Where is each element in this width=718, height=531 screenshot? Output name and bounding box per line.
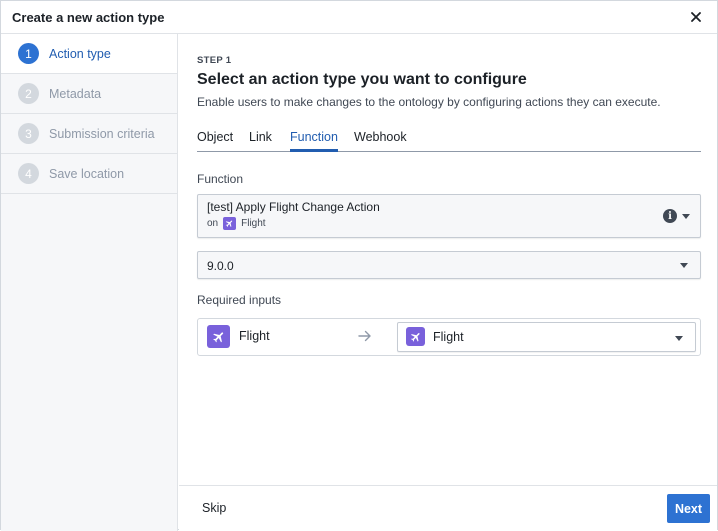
- page-title: Select an action type you want to config…: [197, 71, 527, 88]
- tab-webhook[interactable]: Webhook: [354, 130, 407, 152]
- source-input-label: Flight: [239, 329, 270, 343]
- main-panel: STEP 1 Select an action type you want to…: [179, 34, 717, 485]
- step-action-type[interactable]: 1 Action type: [1, 34, 177, 74]
- caret-down-icon: [680, 263, 688, 268]
- tab-function[interactable]: Function: [290, 130, 338, 152]
- caret-down-icon: [682, 214, 690, 219]
- step-number: 2: [18, 83, 39, 104]
- step-metadata[interactable]: 2 Metadata: [1, 74, 177, 114]
- step-label: Submission criteria: [49, 126, 155, 141]
- dialog-header: Create a new action type: [1, 1, 717, 34]
- target-input-select[interactable]: Flight: [397, 322, 696, 352]
- required-inputs-label: Required inputs: [197, 293, 282, 307]
- action-type-tabs: Object Link Function Webhook: [197, 128, 701, 152]
- step-number: 3: [18, 123, 39, 144]
- airplane-icon: [223, 217, 237, 230]
- dialog-footer: Skip Next: [179, 485, 717, 530]
- required-inputs-row: Flight Flight: [197, 318, 701, 356]
- close-button[interactable]: [687, 8, 705, 26]
- tab-object[interactable]: Object: [197, 130, 233, 152]
- skip-button[interactable]: Skip: [202, 501, 226, 515]
- function-name: [test] Apply Flight Change Action: [207, 200, 380, 214]
- step-kicker: STEP 1: [197, 55, 232, 66]
- step-save-location[interactable]: 4 Save location: [1, 154, 177, 194]
- target-input-label: Flight: [433, 330, 464, 344]
- close-icon: [691, 12, 701, 22]
- on-word: on: [207, 218, 219, 229]
- step-number: 1: [18, 43, 39, 64]
- page-description: Enable users to make changes to the onto…: [197, 95, 661, 109]
- version-select[interactable]: 9.0.0: [197, 251, 701, 279]
- dialog-title: Create a new action type: [12, 10, 165, 25]
- step-number: 4: [18, 163, 39, 184]
- object-type-name: Flight: [241, 218, 266, 229]
- step-label: Action type: [49, 46, 111, 61]
- function-label: Function: [197, 172, 244, 186]
- tab-link[interactable]: Link: [249, 130, 272, 152]
- next-button[interactable]: Next: [667, 494, 710, 523]
- airplane-icon: [406, 327, 425, 346]
- airplane-icon: [207, 325, 230, 348]
- arrow-right-icon: [357, 327, 373, 348]
- step-label: Metadata: [49, 86, 102, 101]
- function-select[interactable]: [test] Apply Flight Change Action on Fli…: [197, 194, 701, 238]
- steps-sidebar: 1 Action type 2 Metadata 3 Submission cr…: [1, 34, 178, 531]
- info-icon[interactable]: i: [663, 209, 677, 223]
- create-action-type-dialog: Create a new action type 1 Action type 2…: [0, 0, 718, 531]
- function-object-type: on Flight: [207, 217, 266, 230]
- version-value: 9.0.0: [207, 259, 234, 273]
- caret-down-icon: [675, 336, 683, 341]
- step-submission-criteria[interactable]: 3 Submission criteria: [1, 114, 177, 154]
- step-label: Save location: [49, 166, 125, 181]
